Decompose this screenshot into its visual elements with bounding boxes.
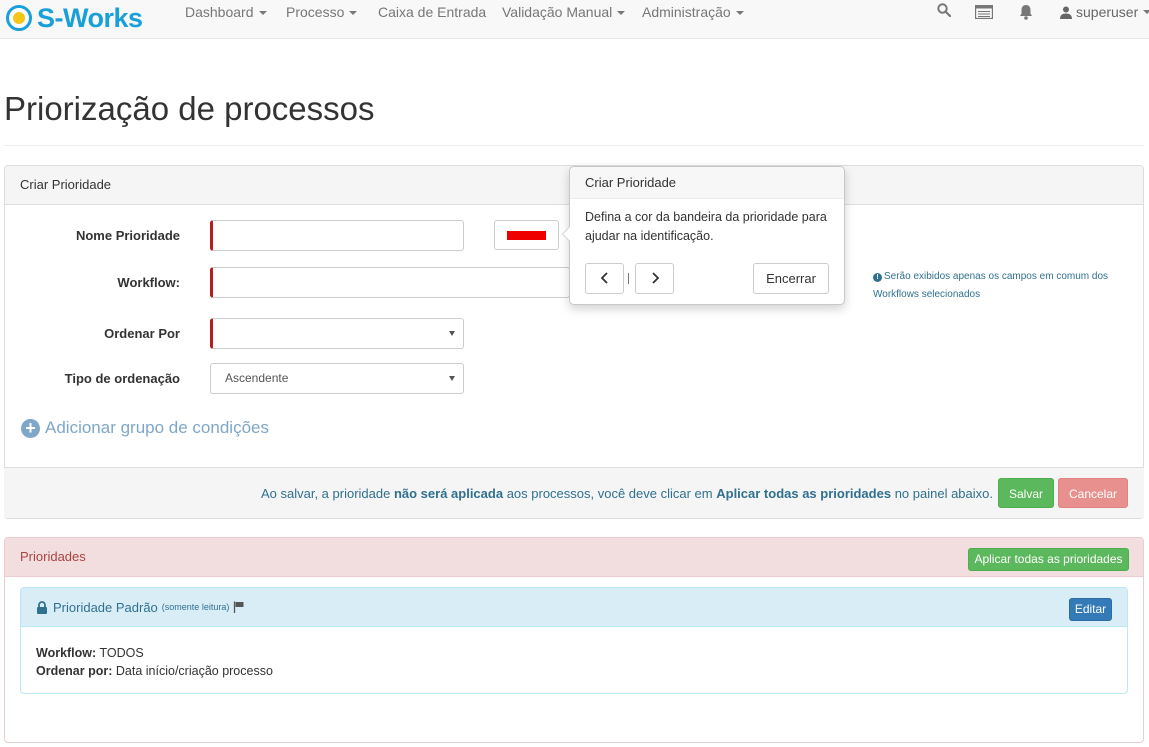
nav-caixa-label: Caixa de Entrada bbox=[378, 4, 487, 20]
popover-separator bbox=[628, 273, 629, 284]
order-by-label: Ordenar Por bbox=[104, 326, 180, 341]
bell-icon[interactable] bbox=[1018, 4, 1034, 23]
default-priority-panel: Prioridade Padrão (somente leitura) Edit… bbox=[20, 587, 1128, 694]
workflow-input[interactable] bbox=[210, 267, 570, 298]
apply-all-priorities-button[interactable]: Aplicar todas as prioridades bbox=[968, 548, 1129, 571]
info-note-text: Serão exibidos apenas os campos em comum… bbox=[873, 271, 1109, 300]
nav-administracao-label: Administração bbox=[642, 4, 731, 20]
workflow-detail-value: TODOS bbox=[99, 646, 144, 660]
nav-administracao[interactable]: Administração bbox=[642, 4, 744, 20]
caret-down-icon bbox=[349, 11, 358, 16]
top-navbar: S-Works Dashboard Processo Caixa de Entr… bbox=[0, 0, 1149, 39]
order-detail-label: Ordenar por: bbox=[36, 664, 113, 678]
workflow-label: Workflow: bbox=[117, 275, 180, 290]
caret-down-icon bbox=[735, 11, 744, 16]
select-arrow-icon bbox=[449, 331, 455, 336]
caret-down-icon bbox=[617, 11, 626, 16]
order-detail: Ordenar por: Data início/criação process… bbox=[36, 662, 273, 680]
chevron-right-icon bbox=[651, 272, 659, 284]
nav-validacao-label: Validação Manual bbox=[502, 4, 613, 20]
search-icon[interactable] bbox=[937, 3, 952, 20]
nav-processo[interactable]: Processo bbox=[286, 4, 358, 20]
title-divider bbox=[4, 145, 1144, 146]
nav-dashboard-label: Dashboard bbox=[185, 4, 254, 20]
lock-icon bbox=[37, 600, 47, 614]
order-type-label: Tipo de ordenação bbox=[64, 371, 180, 386]
popover-arrow bbox=[562, 226, 570, 242]
user-icon bbox=[1060, 6, 1072, 19]
nav-dashboard[interactable]: Dashboard bbox=[185, 4, 267, 20]
select-arrow-icon bbox=[449, 376, 455, 381]
brand-name: S-Works bbox=[37, 2, 143, 33]
save-button[interactable]: Salvar bbox=[998, 478, 1054, 508]
user-menu[interactable]: superuser bbox=[1060, 4, 1149, 20]
workflow-detail-label: Workflow: bbox=[36, 646, 97, 660]
cancel-button[interactable]: Cancelar bbox=[1058, 478, 1128, 508]
popover-next-button[interactable] bbox=[635, 263, 674, 294]
order-by-select[interactable] bbox=[210, 318, 464, 349]
priority-name-label: Nome Prioridade bbox=[75, 228, 180, 243]
chevron-left-icon bbox=[600, 272, 608, 284]
caret-down-icon bbox=[1143, 10, 1149, 14]
priorities-heading-label: Prioridades bbox=[20, 549, 86, 564]
priorities-panel: Prioridades Aplicar todas as prioridades… bbox=[4, 537, 1144, 743]
add-condition-group-label: Adicionar grupo de condições bbox=[45, 418, 269, 437]
popover-title: Criar Prioridade bbox=[570, 167, 844, 199]
flag-color-swatch bbox=[507, 231, 546, 240]
brand-logo-link[interactable]: S-Works bbox=[6, 2, 143, 34]
order-type-value: Ascendente bbox=[225, 371, 289, 385]
default-priority-heading: Prioridade Padrão (somente leitura) bbox=[21, 588, 1127, 627]
popover-prev-button[interactable] bbox=[585, 263, 624, 294]
list-alt-icon[interactable] bbox=[974, 4, 994, 22]
default-priority-title: Prioridade Padrão bbox=[53, 599, 158, 615]
readonly-label: (somente leitura) bbox=[161, 602, 230, 612]
nav-caixa-de-entrada[interactable]: Caixa de Entrada bbox=[378, 4, 486, 20]
flag-icon bbox=[234, 601, 244, 613]
caret-down-icon bbox=[258, 11, 267, 16]
default-priority-details: Workflow: TODOS Ordenar por: Data início… bbox=[36, 644, 273, 680]
order-type-select[interactable]: Ascendente bbox=[210, 363, 464, 394]
info-circle-icon: ! bbox=[873, 273, 882, 282]
flag-color-picker[interactable] bbox=[494, 220, 559, 250]
nav-validacao-manual[interactable]: Validação Manual bbox=[502, 4, 626, 20]
add-condition-group-link[interactable]: + Adicionar grupo de condições bbox=[21, 418, 269, 438]
user-name: superuser bbox=[1076, 4, 1139, 20]
order-detail-value: Data início/criação processo bbox=[115, 664, 273, 678]
popover-content: Defina a cor da bandeira da prioridade p… bbox=[585, 210, 827, 243]
nav-processo-label: Processo bbox=[286, 4, 345, 20]
tour-popover: Criar Prioridade Defina a cor da bandeir… bbox=[562, 166, 845, 305]
page-title: Priorização de processos bbox=[4, 90, 375, 127]
sworks-logo-icon bbox=[6, 5, 32, 31]
info-note: ! Serão exibidos apenas os campos em comu… bbox=[873, 268, 1133, 304]
priority-name-input[interactable] bbox=[210, 220, 464, 251]
workflow-detail: Workflow: TODOS bbox=[36, 644, 273, 662]
edit-default-priority-button[interactable]: Editar bbox=[1069, 598, 1112, 621]
popover-close-button[interactable]: Encerrar bbox=[753, 263, 829, 294]
plus-circle-icon: + bbox=[21, 418, 40, 438]
